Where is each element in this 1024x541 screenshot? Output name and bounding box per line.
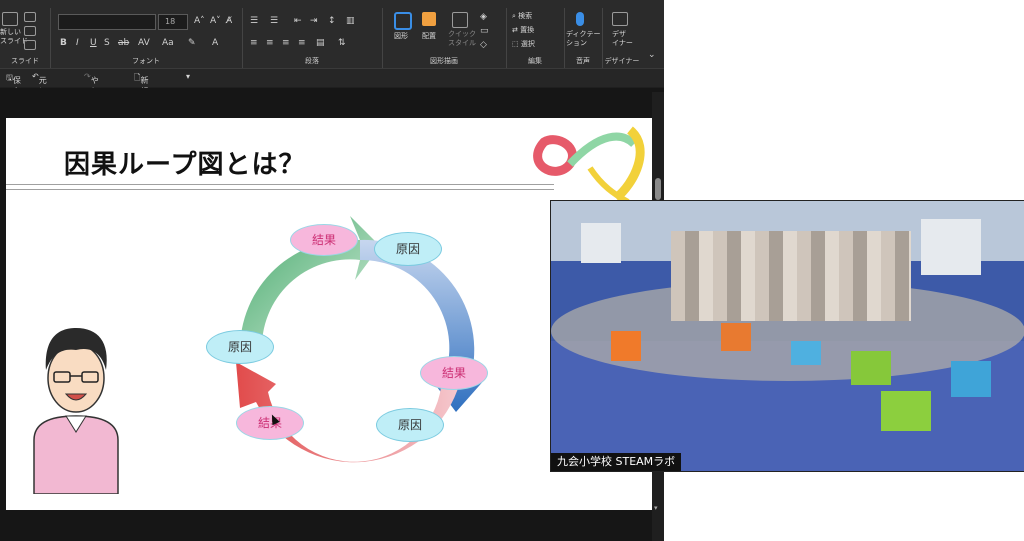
indent-inc-icon[interactable]: ⇥: [310, 16, 318, 26]
undo-button[interactable]: ↶ 元に戻す: [32, 72, 47, 118]
label-result-top: 結果: [290, 224, 358, 256]
pixelated-faces: [671, 231, 911, 321]
line-spacing-icon[interactable]: ↕: [328, 16, 336, 26]
group-voice: ディクテー ション 音声: [564, 8, 603, 68]
group-slides: 新しい スライド スライド: [0, 8, 51, 68]
bullets-icon[interactable]: ☰: [250, 16, 258, 26]
replace-button[interactable]: ⇄ 置換: [512, 26, 534, 35]
dictate-button[interactable]: ディクテー ション: [566, 30, 601, 48]
scroll-thumb[interactable]: [655, 178, 661, 200]
whiteboard-left: [581, 223, 621, 263]
group-label-designer: デザイナー: [604, 57, 640, 65]
group-drawing: 図形 配置 クイック スタイル ◈ ▭ ◇ 図形描画: [382, 8, 507, 68]
redo-button[interactable]: ↷ やり直し: [84, 72, 99, 118]
label-cause-left: 原因: [206, 330, 274, 364]
designer-button[interactable]: デザ イナー: [612, 30, 633, 48]
align-right-icon[interactable]: ≡: [282, 38, 290, 48]
scroll-down-icon[interactable]: ▾: [654, 504, 658, 512]
reset-icon[interactable]: [24, 26, 36, 36]
highlight-icon[interactable]: ✎: [188, 38, 196, 48]
select-button[interactable]: ⬚ 選択: [512, 40, 535, 49]
quick-style-button[interactable]: クイック スタイル: [448, 30, 476, 48]
webcam-video-feed: 九会小学校 STEAMラボ: [550, 200, 1024, 472]
label-result-bottom: 結果: [236, 406, 304, 440]
green-stool: [851, 351, 891, 385]
numbering-icon[interactable]: ☰: [270, 16, 278, 26]
select-label: 選択: [520, 40, 535, 48]
shape-outline-icon[interactable]: ▭: [480, 26, 489, 36]
underline-button[interactable]: U: [90, 38, 97, 48]
shapes-icon[interactable]: [394, 12, 412, 30]
customize-qat-icon[interactable]: ▾: [186, 72, 190, 81]
columns-icon[interactable]: ▥: [346, 16, 355, 26]
group-label-voice: 音声: [576, 57, 590, 65]
font-size-value: 18: [165, 17, 176, 26]
video-caption: 九会小学校 STEAMラボ: [551, 453, 682, 471]
group-label-font: フォント: [132, 57, 160, 65]
group-label-drawing: 図形描画: [430, 57, 458, 65]
group-label-paragraph: 段落: [305, 57, 319, 65]
collapse-ribbon-icon[interactable]: ⌄: [648, 50, 656, 60]
group-designer: デザ イナー デザイナー: [602, 8, 642, 68]
grow-font-icon[interactable]: A˄: [194, 16, 205, 26]
align-center-icon[interactable]: ≡: [266, 38, 274, 48]
replace-label: 置換: [520, 26, 535, 34]
replace-icon: ⇄: [512, 26, 518, 34]
find-label: 検索: [518, 12, 533, 20]
orange-stool-2: [721, 323, 751, 351]
justify-icon[interactable]: ≡: [298, 38, 306, 48]
quick-access-toolbar: 🖫 保存 ↶ 元に戻す ↷ やり直し 🗋 新規作成 ▾: [0, 69, 664, 118]
shape-fill-icon[interactable]: ◈: [480, 12, 487, 22]
green-stool-2: [881, 391, 931, 431]
clear-format-icon[interactable]: A̸: [226, 16, 232, 26]
font-size-box[interactable]: 18: [158, 14, 188, 30]
shadow-button[interactable]: S: [104, 38, 110, 48]
blue-stool-2: [791, 341, 821, 365]
case-button[interactable]: Aa: [162, 38, 174, 48]
ribbon: 新しい スライド スライド 18 A˄ A˅ A̸ B I U S ab AV …: [0, 0, 664, 69]
label-cause-top: 原因: [374, 232, 442, 266]
label-result-right: 結果: [420, 356, 488, 390]
layout-icon[interactable]: [24, 12, 36, 22]
group-font: 18 A˄ A˅ A̸ B I U S ab AV Aa ✎ A フォント: [50, 8, 243, 68]
designer-icon[interactable]: [612, 12, 628, 26]
indent-dec-icon[interactable]: ⇤: [294, 16, 302, 26]
arrange-icon[interactable]: [422, 12, 436, 26]
distribute-icon[interactable]: ▤: [316, 38, 325, 48]
microphone-icon[interactable]: [576, 12, 584, 26]
title-underline: [6, 184, 554, 190]
blue-stool: [951, 361, 991, 397]
italic-button[interactable]: I: [76, 38, 79, 48]
group-editing: ⌕ 検索 ⇄ 置換 ⬚ 選択 編集: [506, 8, 565, 68]
group-label-slides: スライド: [11, 57, 39, 65]
font-color-icon[interactable]: A: [212, 38, 218, 48]
find-button[interactable]: ⌕ 検索: [512, 12, 532, 21]
whiteboard-right: [921, 219, 981, 275]
shapes-button[interactable]: 図形: [394, 32, 408, 41]
new-slide-icon[interactable]: [2, 12, 18, 26]
slide-title: 因果ループ図とは？: [64, 150, 306, 180]
text-direction-icon[interactable]: ⇅: [338, 38, 346, 48]
section-icon[interactable]: [24, 40, 36, 50]
save-button[interactable]: 🖫 保存: [6, 72, 21, 96]
ribbon-decoration-icon: [533, 126, 645, 205]
spacing-button[interactable]: AV: [138, 38, 150, 48]
bold-button[interactable]: B: [60, 38, 67, 48]
font-name-box[interactable]: [58, 14, 156, 30]
find-icon: ⌕: [512, 12, 516, 20]
orange-stool: [611, 331, 641, 361]
shape-effects-icon[interactable]: ◇: [480, 40, 487, 50]
quick-style-icon[interactable]: [452, 12, 468, 28]
label-cause-bottom: 原因: [376, 408, 444, 442]
strike-button[interactable]: ab: [118, 38, 129, 48]
arrange-button[interactable]: 配置: [422, 32, 436, 41]
group-paragraph: ☰ ☰ ⇤ ⇥ ↕ ▥ ≡ ≡ ≡ ≡ ▤ ⇅ 段落: [242, 8, 383, 68]
select-icon: ⬚: [512, 40, 519, 48]
group-label-editing: 編集: [528, 57, 542, 65]
align-left-icon[interactable]: ≡: [250, 38, 258, 48]
teacher-illustration: [33, 328, 119, 494]
shrink-font-icon[interactable]: A˅: [210, 16, 221, 26]
new-button[interactable]: 🗋 新規作成: [134, 72, 148, 118]
